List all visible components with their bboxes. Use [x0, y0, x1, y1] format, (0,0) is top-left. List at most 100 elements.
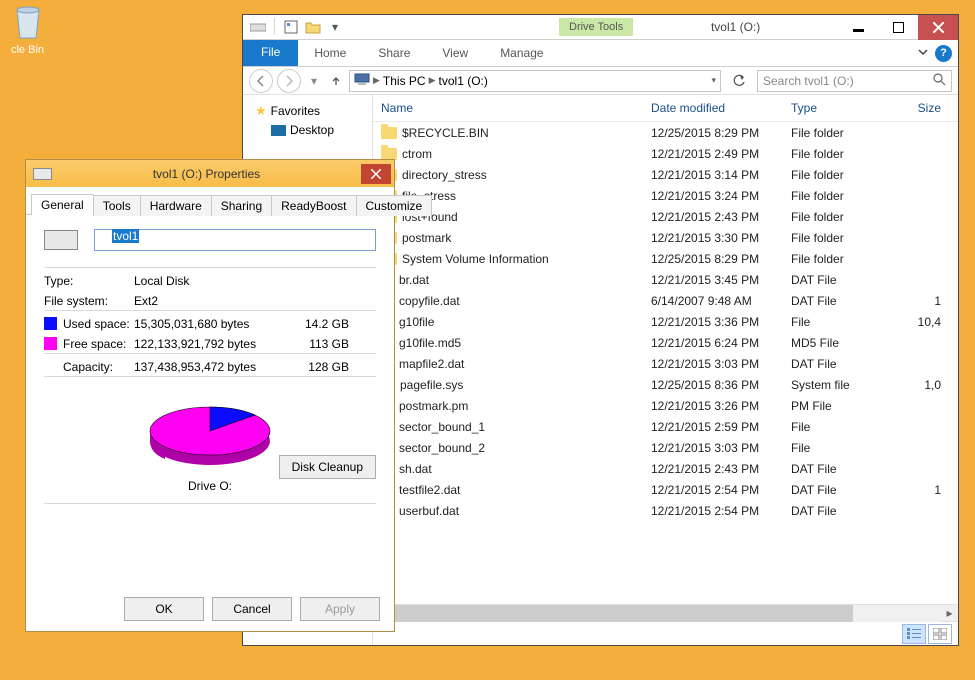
- tab-general[interactable]: General: [31, 194, 94, 215]
- file-name: sector_bound_2: [399, 441, 485, 455]
- file-type: File folder: [791, 147, 891, 161]
- recycle-bin-icon: [7, 0, 49, 42]
- chevron-down-icon[interactable]: ▾: [326, 18, 344, 36]
- scroll-track[interactable]: [390, 605, 941, 622]
- used-human: 14.2 GB: [294, 317, 349, 331]
- file-type: PM File: [791, 399, 891, 413]
- scroll-thumb[interactable]: [390, 605, 853, 622]
- help-icon[interactable]: ?: [935, 45, 952, 62]
- table-row[interactable]: pagefile.sys12/25/2015 8:36 PMSystem fil…: [373, 374, 958, 395]
- recycle-bin-desktop-icon[interactable]: cle Bin: [0, 0, 55, 56]
- tab-hardware[interactable]: Hardware: [140, 195, 212, 216]
- tab-manage[interactable]: Manage: [484, 40, 559, 66]
- table-row[interactable]: lost+found12/21/2015 2:43 PMFile folder: [373, 206, 958, 227]
- crumb-current[interactable]: tvol1 (O:): [439, 74, 488, 88]
- table-row[interactable]: file_stress12/21/2015 3:24 PMFile folder: [373, 185, 958, 206]
- details-view-button[interactable]: [902, 624, 926, 644]
- col-name[interactable]: Name: [381, 99, 651, 117]
- file-date: 12/25/2015 8:29 PM: [651, 126, 791, 140]
- minimize-button[interactable]: [838, 15, 878, 40]
- back-button[interactable]: [249, 69, 273, 93]
- table-row[interactable]: ctrom12/21/2015 2:49 PMFile folder: [373, 143, 958, 164]
- chevron-right-icon[interactable]: ▶: [429, 75, 436, 86]
- refresh-button[interactable]: [725, 70, 753, 92]
- table-row[interactable]: userbuf.dat12/21/2015 2:54 PMDAT File: [373, 500, 958, 521]
- table-row[interactable]: postmark12/21/2015 3:30 PMFile folder: [373, 227, 958, 248]
- breadcrumb[interactable]: ▶ This PC ▶ tvol1 (O:) ▾: [349, 70, 721, 92]
- tab-share[interactable]: Share: [362, 40, 426, 66]
- file-name: br.dat: [399, 273, 429, 287]
- expand-ribbon-icon[interactable]: [917, 46, 929, 61]
- search-placeholder: Search tvol1 (O:): [763, 74, 854, 88]
- tab-customize[interactable]: Customize: [356, 195, 433, 216]
- table-row[interactable]: g10file.md512/21/2015 6:24 PMMD5 File: [373, 332, 958, 353]
- table-row[interactable]: br.dat12/21/2015 3:45 PMDAT File: [373, 269, 958, 290]
- window-title: tvol1 (O:): [633, 20, 838, 34]
- thumbnail-view-button[interactable]: [928, 624, 952, 644]
- capacity-bytes: 137,438,953,472 bytes: [134, 360, 294, 374]
- col-type[interactable]: Type: [791, 99, 891, 117]
- desktop-icon: [271, 125, 286, 136]
- file-date: 12/21/2015 3:03 PM: [651, 357, 791, 371]
- disk-cleanup-button[interactable]: Disk Cleanup: [279, 455, 376, 479]
- status-bar: [373, 621, 958, 645]
- table-row[interactable]: copyfile.dat6/14/2007 9:48 AMDAT File1: [373, 290, 958, 311]
- tab-readyboost[interactable]: ReadyBoost: [271, 195, 356, 216]
- file-date: 12/21/2015 2:43 PM: [651, 210, 791, 224]
- table-row[interactable]: directory_stress12/21/2015 3:14 PMFile f…: [373, 164, 958, 185]
- file-name: mapfile2.dat: [399, 357, 464, 371]
- new-folder-icon[interactable]: [304, 18, 322, 36]
- file-type: DAT File: [791, 483, 891, 497]
- col-size[interactable]: Size: [891, 99, 941, 117]
- file-date: 12/21/2015 3:36 PM: [651, 315, 791, 329]
- file-type: File: [791, 420, 891, 434]
- table-row[interactable]: sector_bound_212/21/2015 3:03 PMFile: [373, 437, 958, 458]
- table-row[interactable]: System Volume Information12/25/2015 8:29…: [373, 248, 958, 269]
- maximize-button[interactable]: [878, 15, 918, 40]
- table-row[interactable]: mapfile2.dat12/21/2015 3:03 PMDAT File: [373, 353, 958, 374]
- history-button[interactable]: ▾: [305, 69, 323, 93]
- column-headers[interactable]: Name Date modified Type Size: [373, 95, 958, 122]
- scroll-right-icon[interactable]: ▸: [941, 605, 958, 622]
- crumb-root[interactable]: This PC: [383, 74, 426, 88]
- forward-button[interactable]: [277, 69, 301, 93]
- table-row[interactable]: g10file12/21/2015 3:36 PMFile10,4: [373, 311, 958, 332]
- contextual-tab[interactable]: Drive Tools: [559, 18, 633, 36]
- horizontal-scrollbar[interactable]: ◂ ▸: [373, 604, 958, 621]
- tab-view[interactable]: View: [426, 40, 484, 66]
- table-row[interactable]: testfile2.dat12/21/2015 2:54 PMDAT File1: [373, 479, 958, 500]
- table-row[interactable]: sh.dat12/21/2015 2:43 PMDAT File: [373, 458, 958, 479]
- separator: [44, 353, 376, 354]
- free-space-label: Free space:: [44, 337, 134, 351]
- type-value: Local Disk: [134, 274, 376, 288]
- properties-icon[interactable]: [282, 18, 300, 36]
- properties-titlebar[interactable]: tvol1 (O:) Properties: [26, 160, 394, 187]
- separator: [44, 376, 376, 377]
- ok-button[interactable]: OK: [124, 597, 204, 621]
- close-button[interactable]: [361, 164, 391, 184]
- tab-sharing[interactable]: Sharing: [211, 195, 272, 216]
- fs-label: File system:: [44, 294, 134, 308]
- free-color-swatch: [44, 337, 57, 350]
- separator: [44, 267, 376, 268]
- table-row[interactable]: $RECYCLE.BIN12/25/2015 8:29 PMFile folde…: [373, 122, 958, 143]
- table-row[interactable]: postmark.pm12/21/2015 3:26 PMPM File: [373, 395, 958, 416]
- file-name: g10file.md5: [399, 336, 461, 350]
- up-button[interactable]: [327, 69, 345, 93]
- tree-desktop[interactable]: Desktop: [243, 121, 372, 139]
- cancel-button[interactable]: Cancel: [212, 597, 292, 621]
- tab-tools[interactable]: Tools: [93, 195, 141, 216]
- file-date: 12/21/2015 3:26 PM: [651, 399, 791, 413]
- explorer-titlebar[interactable]: ▾ Drive Tools tvol1 (O:): [243, 15, 958, 40]
- search-input[interactable]: Search tvol1 (O:): [757, 70, 952, 92]
- close-button[interactable]: [918, 15, 958, 40]
- table-row[interactable]: sector_bound_112/21/2015 2:59 PMFile: [373, 416, 958, 437]
- tree-favorites[interactable]: ★ Favorites: [243, 101, 372, 121]
- tab-home[interactable]: Home: [298, 40, 362, 66]
- col-date[interactable]: Date modified: [651, 99, 791, 117]
- chevron-right-icon[interactable]: ▶: [373, 75, 380, 86]
- apply-button[interactable]: Apply: [300, 597, 380, 621]
- file-date: 12/25/2015 8:36 PM: [651, 378, 791, 392]
- chevron-down-icon[interactable]: ▾: [711, 75, 716, 86]
- tab-file[interactable]: File: [243, 40, 298, 66]
